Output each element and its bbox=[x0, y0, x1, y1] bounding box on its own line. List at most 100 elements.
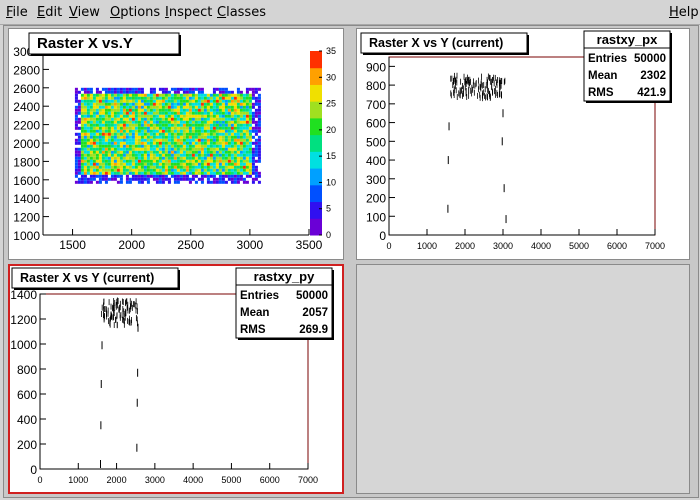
heatmap-cell bbox=[128, 150, 132, 154]
heatmap-cell bbox=[89, 90, 93, 94]
y-tick-label: 1000 bbox=[10, 338, 37, 352]
heatmap-cell bbox=[128, 168, 132, 172]
heatmap-cell bbox=[131, 144, 135, 148]
heatmap-cell bbox=[158, 168, 162, 172]
heatmap-cell bbox=[233, 117, 237, 121]
menu-help[interactable]: Help bbox=[669, 5, 699, 20]
heatmap-cell bbox=[248, 96, 252, 100]
heatmap-cell bbox=[164, 126, 168, 130]
plot-title: Raster X vs.Y bbox=[37, 35, 133, 52]
heatmap-cell bbox=[140, 171, 144, 175]
heatmap-cell bbox=[224, 90, 228, 94]
heatmap-cell bbox=[176, 126, 180, 130]
heatmap-cell bbox=[254, 168, 258, 172]
heatmap-cell bbox=[101, 120, 105, 124]
heatmap-cell bbox=[221, 129, 225, 133]
heatmap-cell bbox=[146, 111, 150, 115]
heatmap-cell bbox=[236, 99, 240, 103]
palette-segment bbox=[310, 117, 322, 136]
heatmap-cell bbox=[77, 102, 81, 106]
heatmap-cell bbox=[155, 120, 159, 124]
heatmap-cell bbox=[80, 147, 84, 151]
heatmap-cell bbox=[149, 90, 153, 94]
heatmap-cell bbox=[239, 171, 243, 175]
heatmap-cell bbox=[128, 177, 132, 181]
heatmap-cell bbox=[182, 126, 186, 130]
menu-options[interactable]: Options bbox=[110, 5, 160, 20]
heatmap-cell bbox=[200, 177, 204, 181]
menu-edit[interactable]: Edit bbox=[37, 5, 62, 20]
heatmap-cell bbox=[173, 102, 177, 106]
heatmap-cell bbox=[236, 123, 240, 127]
heatmap-cell bbox=[203, 126, 207, 130]
heatmap-cell bbox=[209, 120, 213, 124]
heatmap-cell bbox=[104, 87, 108, 91]
heatmap-cell bbox=[230, 144, 234, 148]
heatmap-cell bbox=[179, 117, 183, 121]
heatmap-cell bbox=[146, 159, 150, 163]
heatmap-cell bbox=[158, 171, 162, 175]
heatmap-cell bbox=[134, 144, 138, 148]
pad-rastxy-py[interactable]: 0 1000 2000 3000 4000 5000 6000 7000 0 200 400 600 8… bbox=[8, 264, 344, 494]
heatmap-cell bbox=[173, 87, 177, 91]
heatmap-cell bbox=[86, 159, 90, 163]
heatmap-cell bbox=[116, 132, 120, 136]
heatmap-cell bbox=[161, 87, 165, 91]
heatmap-cell bbox=[80, 99, 84, 103]
heatmap-cell bbox=[116, 87, 120, 91]
heatmap-cell bbox=[254, 126, 258, 130]
heatmap-cell bbox=[170, 153, 174, 157]
heatmap-cell bbox=[188, 123, 192, 127]
heatmap-cell bbox=[251, 177, 255, 181]
heatmap-cell bbox=[179, 123, 183, 127]
heatmap-cell bbox=[98, 162, 102, 166]
menu-file[interactable]: File bbox=[6, 5, 28, 20]
heatmap-cell bbox=[134, 108, 138, 112]
menu-inspect[interactable]: Inspect bbox=[165, 5, 212, 20]
heatmap-cell bbox=[167, 138, 171, 142]
heatmap-cell bbox=[104, 99, 108, 103]
heatmap-cell bbox=[188, 162, 192, 166]
heatmap-cell bbox=[194, 147, 198, 151]
heatmap-cell bbox=[167, 120, 171, 124]
heatmap-cell bbox=[242, 177, 246, 181]
pad-raster-xy[interactable]: 1500 2000 2500 3000 3500 1000 1200 1400 1600 1800… bbox=[8, 28, 344, 260]
heatmap-cell bbox=[224, 129, 228, 133]
heatmap-cell bbox=[188, 165, 192, 169]
heatmap-cell bbox=[224, 114, 228, 118]
menu-view[interactable]: View bbox=[69, 5, 100, 20]
heatmap-cell bbox=[92, 114, 96, 118]
menu-classes[interactable]: Classes bbox=[217, 5, 266, 20]
heatmap-cell bbox=[182, 162, 186, 166]
heatmap-cell bbox=[116, 174, 120, 178]
heatmap-cell bbox=[107, 111, 111, 115]
heatmap-cell bbox=[89, 114, 93, 118]
heatmap-cell bbox=[230, 165, 234, 169]
heatmap-cell bbox=[98, 111, 102, 115]
heatmap-cell bbox=[191, 168, 195, 172]
heatmap-cell bbox=[239, 159, 243, 163]
heatmap-cell bbox=[206, 180, 210, 184]
heatmap-cell bbox=[215, 126, 219, 130]
heatmap-cell bbox=[197, 144, 201, 148]
heatmap-cell bbox=[98, 123, 102, 127]
x-tick-label: 2000 bbox=[107, 475, 127, 485]
pad-rastxy-px[interactable]: 0 1000 2000 3000 4000 5000 6000 7000 0 100 200 300 4… bbox=[356, 28, 690, 260]
pad-empty[interactable] bbox=[356, 264, 690, 494]
heatmap-cell bbox=[170, 135, 174, 139]
heatmap-cell bbox=[215, 144, 219, 148]
heatmap-cell bbox=[257, 180, 261, 184]
heatmap-cell bbox=[143, 141, 147, 145]
heatmap-cell bbox=[206, 105, 210, 109]
heatmap-cell bbox=[239, 138, 243, 142]
heatmap-cell bbox=[239, 117, 243, 121]
heatmap-cell bbox=[164, 165, 168, 169]
heatmap-cell bbox=[221, 105, 225, 109]
heatmap-cell bbox=[251, 147, 255, 151]
heatmap-cell bbox=[89, 108, 93, 112]
heatmap-cell bbox=[212, 171, 216, 175]
heatmap-cell bbox=[155, 129, 159, 133]
heatmap-cell bbox=[164, 90, 168, 94]
heatmap-cell bbox=[155, 162, 159, 166]
heatmap-cell bbox=[80, 138, 84, 142]
